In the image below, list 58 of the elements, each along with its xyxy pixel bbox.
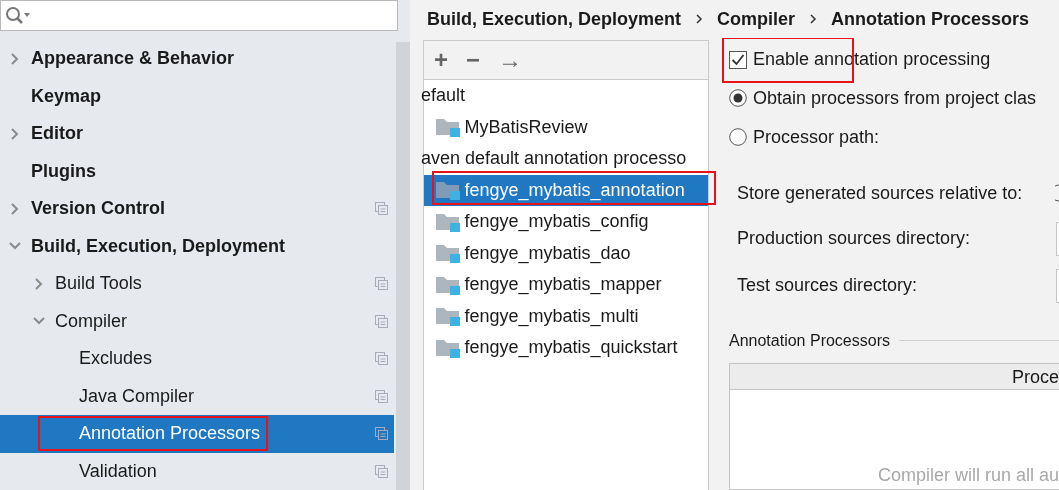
breadcrumb-item[interactable]: Compiler	[717, 5, 796, 33]
module-item[interactable]: MyBatisReview	[424, 111, 708, 143]
copy-icon	[375, 202, 388, 216]
column-header[interactable]: Proce	[1011, 367, 1059, 387]
module-item[interactable]: fengye_mybatis_multi	[424, 300, 708, 332]
breadcrumb-item[interactable]: Build, Execution, Deployment	[427, 5, 682, 33]
field-label: Test sources directory:	[737, 274, 918, 298]
module-item[interactable]: fengye_mybatis_mapper	[424, 269, 708, 301]
toolbar-button[interactable]: +	[434, 48, 448, 72]
toolbar-button[interactable]: −	[466, 48, 481, 72]
settings-tree-item[interactable]: Compiler	[0, 302, 394, 340]
radio-label[interactable]: Processor path:	[753, 123, 880, 151]
settings-tree-item[interactable]: Editor	[0, 115, 394, 153]
settings-tree-item[interactable]: Java Compiler	[0, 377, 394, 415]
settings-tree-item[interactable]: Annotation Processors	[0, 415, 394, 453]
copy-icon	[375, 427, 388, 441]
module-item[interactable]: fengye_mybatis_quickstart	[424, 332, 708, 364]
toolbar-button[interactable]: →	[498, 48, 523, 72]
scrollbar[interactable]	[396, 42, 410, 490]
copy-icon	[375, 464, 388, 478]
folder-icon	[436, 243, 460, 264]
profile-item[interactable]: efault	[421, 80, 708, 112]
input-field[interactable]	[1056, 221, 1059, 256]
field-label: Production sources directory:	[737, 227, 971, 251]
radio-label[interactable]: Obtain processors from project clas	[753, 84, 1037, 112]
settings-tree-item[interactable]: Plugins	[0, 152, 394, 190]
radio-button[interactable]	[729, 89, 747, 108]
empty-table-text: Compiler will run all au	[876, 464, 1059, 487]
settings-tree-item[interactable]: Validation	[0, 452, 394, 490]
settings-tree-item[interactable]: Appearance & Behavior	[0, 40, 394, 78]
folder-icon	[436, 180, 460, 201]
search-icon	[5, 5, 31, 26]
copy-icon	[375, 277, 388, 291]
folder-icon	[436, 306, 460, 327]
checkbox[interactable]	[729, 50, 747, 69]
settings-tree-item[interactable]: Excludes	[0, 340, 394, 378]
section-title: Annotation Processors	[729, 330, 890, 351]
profile-item[interactable]: aven default annotation processo	[421, 143, 708, 175]
settings-tree-item[interactable]: Keymap	[0, 77, 394, 115]
chevron-right-icon	[695, 13, 704, 25]
folder-icon	[436, 337, 460, 358]
folder-icon	[436, 274, 460, 295]
copy-icon	[375, 389, 388, 403]
settings-tree-item[interactable]: Build, Execution, Deployment	[0, 227, 394, 265]
settings-tree-item[interactable]: Build Tools	[0, 265, 394, 303]
copy-icon	[375, 352, 388, 366]
copy-icon	[375, 314, 388, 328]
module-item[interactable]: fengye_mybatis_config	[424, 206, 708, 238]
field-label: Store generated sources relative to:	[737, 181, 1023, 205]
radio-button[interactable]	[729, 128, 747, 147]
chevron-right-icon	[809, 13, 818, 25]
search-field[interactable]	[0, 0, 398, 31]
folder-icon	[436, 211, 460, 232]
folder-icon	[436, 117, 460, 138]
settings-tree-item[interactable]: Version Control	[0, 190, 394, 228]
module-item[interactable]: fengye_mybatis_dao	[424, 237, 708, 269]
input-field[interactable]	[1056, 268, 1059, 303]
breadcrumb-item[interactable]: Annotation Processors	[831, 5, 1030, 33]
